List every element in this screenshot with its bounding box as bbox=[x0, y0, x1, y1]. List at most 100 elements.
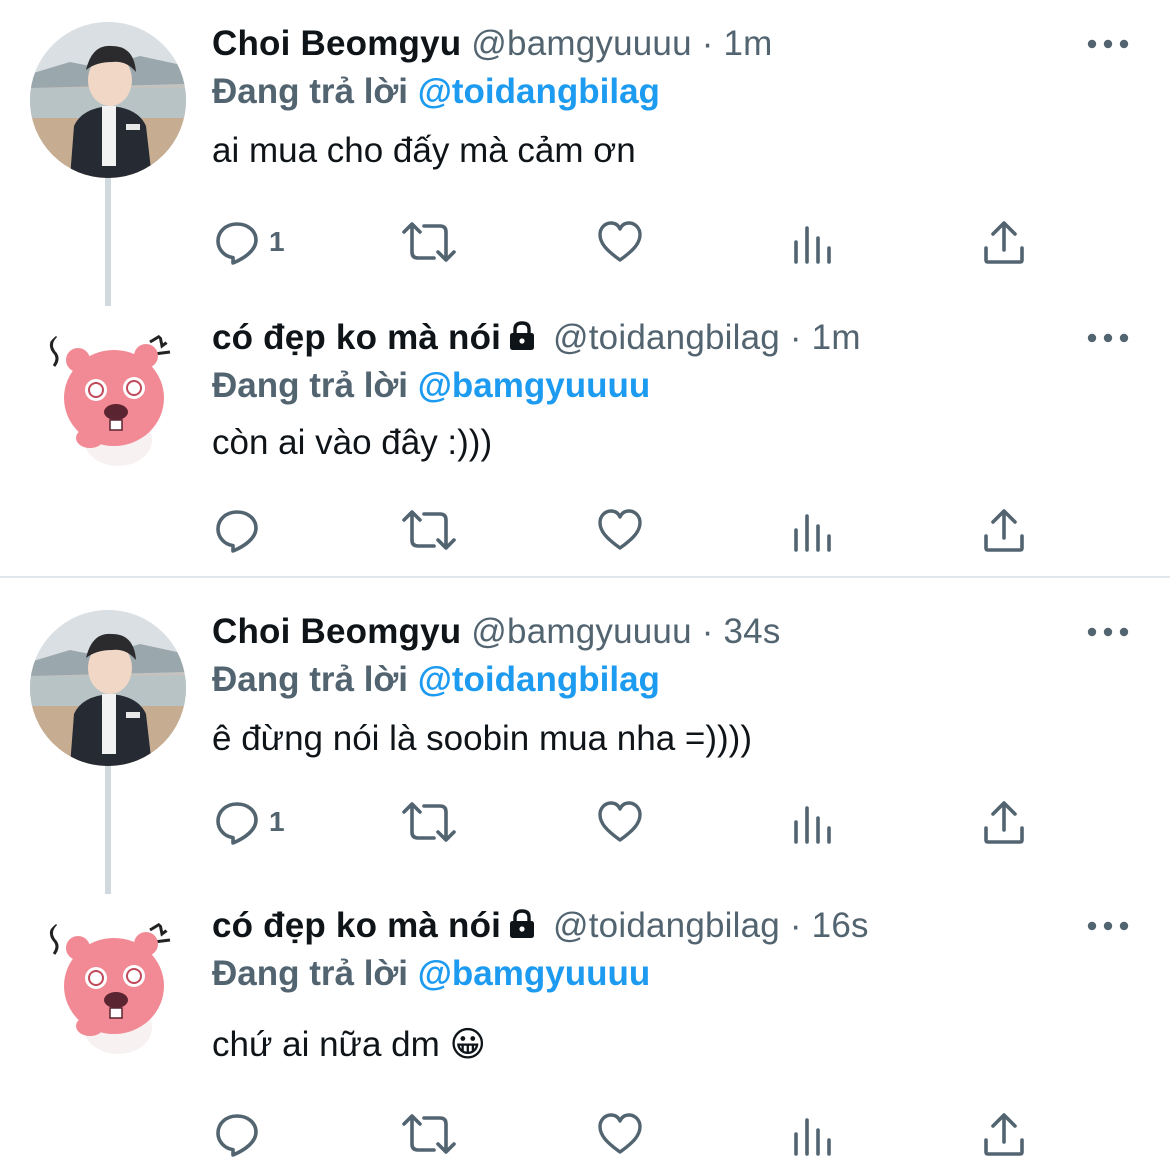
tweet-actions: 1 bbox=[0, 212, 1170, 272]
like-button[interactable] bbox=[596, 1104, 644, 1164]
tweet-text: ê đừng nói là soobin mua nha =)))) bbox=[212, 719, 752, 758]
lock-icon bbox=[510, 321, 535, 350]
retweet-button[interactable] bbox=[400, 500, 458, 560]
tweet-header: có đẹp ko mà nói @toidangbilag · 16s bbox=[212, 904, 869, 948]
avatar[interactable] bbox=[30, 316, 186, 472]
avatar-mascot-icon bbox=[49, 333, 171, 466]
reply-button[interactable]: 1 bbox=[213, 792, 285, 852]
views-button[interactable] bbox=[792, 212, 834, 272]
views-button[interactable] bbox=[792, 792, 834, 852]
reply-icon bbox=[216, 510, 258, 553]
retweet-icon bbox=[402, 222, 456, 262]
share-button[interactable] bbox=[982, 792, 1026, 852]
tweet-header: Choi Beomgyu @bamgyuuuu · 34s bbox=[212, 610, 781, 654]
separator-dot: · bbox=[701, 24, 714, 63]
like-button[interactable] bbox=[596, 212, 644, 272]
avatar[interactable] bbox=[30, 610, 186, 766]
mention-link[interactable]: @toidangbilag bbox=[418, 72, 660, 111]
like-icon bbox=[598, 801, 642, 842]
avatar-photo-icon bbox=[30, 22, 186, 178]
views-icon bbox=[794, 514, 831, 552]
views-icon bbox=[794, 1118, 831, 1156]
reply-count: 1 bbox=[269, 226, 285, 257]
avatar[interactable] bbox=[30, 904, 186, 1060]
more-icon[interactable] bbox=[1086, 620, 1130, 644]
conversation-divider bbox=[0, 576, 1170, 578]
timestamp[interactable]: 1m bbox=[812, 318, 861, 357]
display-name[interactable]: Choi Beomgyu bbox=[212, 24, 461, 63]
retweet-button[interactable] bbox=[400, 212, 458, 272]
tweet-actions bbox=[0, 500, 1170, 560]
retweet-button[interactable] bbox=[400, 1104, 458, 1164]
tweet-actions: 1 bbox=[0, 792, 1170, 852]
timestamp[interactable]: 16s bbox=[812, 906, 869, 945]
tweet[interactable]: có đẹp ko mà nói @toidangbilag · 16s Đan… bbox=[0, 904, 1170, 1168]
replying-to: Đang trả lời @toidangbilag bbox=[212, 70, 660, 114]
reply-button[interactable] bbox=[213, 1104, 269, 1164]
user-handle[interactable]: @toidangbilag bbox=[553, 906, 780, 945]
more-icon[interactable] bbox=[1086, 914, 1130, 938]
lock-icon bbox=[510, 909, 535, 938]
timestamp[interactable]: 34s bbox=[723, 612, 780, 651]
more-icon[interactable] bbox=[1086, 32, 1130, 56]
more-icon[interactable] bbox=[1086, 326, 1130, 350]
retweet-icon bbox=[402, 510, 456, 550]
display-name[interactable]: có đẹp ko mà nói bbox=[212, 318, 501, 357]
separator-dot: · bbox=[789, 318, 802, 357]
reply-count: 1 bbox=[269, 806, 285, 837]
avatar-photo-icon bbox=[30, 610, 186, 766]
share-button[interactable] bbox=[982, 1104, 1026, 1164]
like-icon bbox=[598, 221, 642, 262]
views-button[interactable] bbox=[792, 1104, 834, 1164]
share-icon bbox=[984, 1113, 1024, 1156]
like-icon bbox=[598, 1113, 642, 1154]
reply-icon bbox=[216, 802, 258, 845]
retweet-icon bbox=[402, 1114, 456, 1154]
tweet-text: còn ai vào đây :))) bbox=[212, 423, 493, 462]
reply-icon bbox=[216, 1114, 258, 1157]
mention-link[interactable]: @toidangbilag bbox=[418, 660, 660, 699]
share-icon bbox=[984, 509, 1024, 552]
reply-button[interactable] bbox=[213, 500, 269, 560]
retweet-button[interactable] bbox=[400, 792, 458, 852]
like-button[interactable] bbox=[596, 792, 644, 852]
tweet-header: Choi Beomgyu @bamgyuuuu · 1m bbox=[212, 22, 773, 66]
replying-to-label: Đang trả lời bbox=[212, 366, 409, 405]
display-name[interactable]: Choi Beomgyu bbox=[212, 612, 461, 651]
mention-link[interactable]: @bamgyuuuu bbox=[418, 366, 650, 405]
separator-dot: · bbox=[789, 906, 802, 945]
tweet-actions bbox=[0, 1104, 1170, 1164]
tweet-text: chứ ai nữa dm 😀 bbox=[212, 1025, 487, 1064]
views-icon bbox=[794, 226, 831, 264]
timestamp[interactable]: 1m bbox=[723, 24, 772, 63]
share-icon bbox=[984, 221, 1024, 264]
tweet-header: có đẹp ko mà nói @toidangbilag · 1m bbox=[212, 316, 861, 360]
share-button[interactable] bbox=[982, 212, 1026, 272]
avatar[interactable] bbox=[30, 22, 186, 178]
separator-dot: · bbox=[701, 612, 714, 651]
tweet-text: ai mua cho đấy mà cảm ơn bbox=[212, 131, 636, 170]
like-button[interactable] bbox=[596, 500, 644, 560]
replying-to: Đang trả lời @toidangbilag bbox=[212, 658, 660, 702]
share-button[interactable] bbox=[982, 500, 1026, 560]
like-icon bbox=[598, 509, 642, 550]
replying-to: Đang trả lời @bamgyuuuu bbox=[212, 952, 650, 996]
replying-to-label: Đang trả lời bbox=[212, 660, 409, 699]
replying-to-label: Đang trả lời bbox=[212, 954, 409, 993]
display-name[interactable]: có đẹp ko mà nói bbox=[212, 906, 501, 945]
replying-to: Đang trả lời @bamgyuuuu bbox=[212, 364, 650, 408]
replying-to-label: Đang trả lời bbox=[212, 72, 409, 111]
views-button[interactable] bbox=[792, 500, 834, 560]
tweet[interactable]: có đẹp ko mà nói @toidangbilag · 1m Đang… bbox=[0, 316, 1170, 566]
user-handle[interactable]: @toidangbilag bbox=[553, 318, 780, 357]
avatar-mascot-icon bbox=[49, 921, 171, 1054]
tweet[interactable]: Choi Beomgyu @bamgyuuuu · 34s Đang trả l… bbox=[0, 610, 1170, 880]
tweet[interactable]: Choi Beomgyu @bamgyuuuu · 1m Đang trả lờ… bbox=[0, 22, 1170, 292]
reply-icon bbox=[216, 222, 258, 265]
mention-link[interactable]: @bamgyuuuu bbox=[418, 954, 650, 993]
retweet-icon bbox=[402, 802, 456, 842]
reply-button[interactable]: 1 bbox=[213, 212, 285, 272]
user-handle[interactable]: @bamgyuuuu bbox=[471, 612, 691, 651]
user-handle[interactable]: @bamgyuuuu bbox=[471, 24, 691, 63]
share-icon bbox=[984, 801, 1024, 844]
